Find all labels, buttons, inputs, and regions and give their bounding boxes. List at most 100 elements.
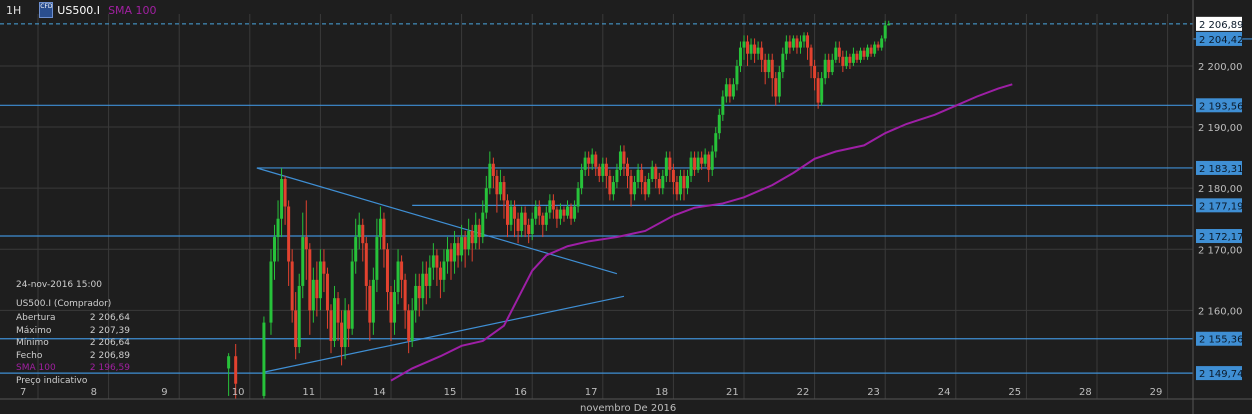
candle-body bbox=[350, 261, 354, 329]
candle-body bbox=[435, 255, 439, 268]
x-tick-label: 29 bbox=[1150, 387, 1163, 398]
candle-body bbox=[820, 78, 824, 103]
candle-body bbox=[813, 65, 817, 79]
candle bbox=[262, 316, 266, 399]
candle-body bbox=[749, 44, 753, 54]
candle-body bbox=[530, 218, 534, 234]
candle-body bbox=[580, 169, 584, 189]
candle-body bbox=[583, 157, 587, 170]
candle-body bbox=[280, 179, 284, 219]
candle-body bbox=[876, 44, 880, 48]
x-tick-label: 21 bbox=[726, 387, 739, 398]
candle-body bbox=[661, 175, 665, 189]
timeframe-label[interactable]: 1H bbox=[6, 4, 21, 17]
indicator-label[interactable]: SMA 100 bbox=[108, 4, 157, 17]
level-tag-label: 2 155,36 bbox=[1199, 335, 1244, 346]
candle-body bbox=[537, 206, 541, 216]
candle-body bbox=[841, 56, 845, 66]
candle-body bbox=[640, 169, 644, 183]
info-row-label: Fecho bbox=[16, 350, 43, 361]
candle-body bbox=[848, 56, 852, 63]
candle-body bbox=[445, 249, 449, 262]
x-tick-label: 9 bbox=[161, 387, 167, 398]
candle-body bbox=[474, 224, 478, 244]
candle-body bbox=[520, 212, 524, 231]
candle-body bbox=[731, 84, 735, 97]
candle-body bbox=[544, 212, 548, 225]
candle-body bbox=[400, 261, 404, 280]
candle-body bbox=[548, 200, 552, 213]
symbol-label[interactable]: US500.I bbox=[57, 4, 100, 17]
candle-body bbox=[707, 154, 711, 170]
info-row: Abertura 2 206,64 bbox=[16, 312, 216, 325]
candle-body bbox=[700, 157, 704, 164]
candle-body bbox=[333, 298, 337, 341]
chart-header: 1H CFD US500.I SMA 100 bbox=[0, 0, 157, 20]
y-tick-label: 2 170,00 bbox=[1198, 245, 1243, 256]
candle-body bbox=[834, 47, 838, 60]
candle-body bbox=[756, 47, 760, 54]
info-panel: 24-nov-2016 15:00 US500.I (Comprador) Ab… bbox=[16, 279, 216, 375]
candle-body bbox=[844, 56, 848, 66]
candle-body bbox=[576, 188, 580, 207]
candle-body bbox=[629, 175, 633, 195]
candle-body bbox=[675, 182, 679, 195]
candle-body bbox=[753, 44, 757, 54]
info-row-value: 2 206,64 bbox=[89, 338, 130, 348]
candle-body bbox=[654, 166, 658, 179]
info-row-value: 2 206,89 bbox=[89, 350, 130, 361]
candle-body bbox=[456, 243, 460, 256]
candle-body bbox=[650, 166, 654, 179]
y-tick-label: 2 200,00 bbox=[1198, 62, 1243, 73]
level-tag-label: 2 204,42 bbox=[1199, 35, 1244, 46]
level-tag-label: 2 193,56 bbox=[1199, 101, 1244, 112]
candle-body bbox=[534, 206, 538, 219]
info-row: Mínimo 2 206,64 bbox=[16, 337, 216, 350]
x-tick-label: 28 bbox=[1079, 387, 1092, 398]
candle-body bbox=[371, 279, 375, 323]
info-row-label: Mínimo bbox=[16, 338, 49, 348]
candle-body bbox=[527, 224, 531, 234]
candle-body bbox=[396, 261, 400, 293]
candle-body bbox=[318, 261, 322, 299]
candle-body bbox=[816, 78, 820, 103]
candle-body bbox=[869, 47, 873, 54]
candle-body bbox=[664, 157, 668, 176]
candle-body bbox=[304, 237, 308, 250]
info-row-value: 2 207,39 bbox=[89, 325, 130, 336]
candle-body bbox=[788, 41, 792, 48]
candle-body bbox=[657, 179, 661, 189]
candle-body bbox=[283, 179, 287, 207]
candle-body bbox=[513, 206, 517, 219]
candle-body bbox=[269, 261, 273, 323]
candle-body bbox=[428, 267, 432, 286]
candle-body bbox=[604, 163, 608, 176]
x-tick-label: 16 bbox=[514, 387, 527, 398]
x-tick-label: 25 bbox=[1008, 387, 1021, 398]
candle-body bbox=[322, 261, 326, 274]
candle-body bbox=[477, 224, 481, 238]
candle-body bbox=[502, 182, 506, 201]
candle bbox=[269, 249, 273, 335]
candle-body bbox=[880, 38, 884, 48]
candle-body bbox=[481, 212, 485, 238]
x-tick-label: 7 bbox=[20, 387, 26, 398]
candle-body bbox=[728, 84, 732, 97]
candle-body bbox=[742, 41, 746, 48]
x-tick-label: 14 bbox=[373, 387, 386, 398]
candle-body bbox=[378, 218, 382, 238]
candle-body bbox=[626, 163, 630, 176]
candle-body bbox=[311, 279, 315, 311]
candle-body bbox=[410, 310, 414, 341]
candle-body bbox=[509, 206, 513, 225]
candle-body bbox=[633, 182, 637, 195]
candle-body bbox=[393, 292, 397, 323]
candle-body bbox=[357, 224, 361, 238]
candle-body bbox=[643, 182, 647, 195]
candle-body bbox=[767, 59, 771, 73]
x-tick-label: 11 bbox=[302, 387, 315, 398]
candle-body bbox=[467, 230, 471, 250]
candle-body bbox=[689, 157, 693, 176]
candle-body bbox=[460, 237, 464, 256]
level-tag-label: 2 177,19 bbox=[1199, 201, 1244, 212]
